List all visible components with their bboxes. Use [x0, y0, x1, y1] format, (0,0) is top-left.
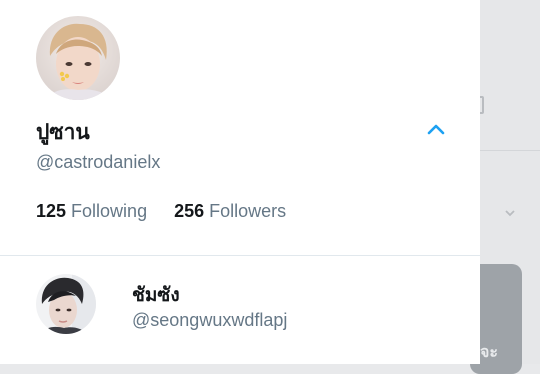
- account-avatar-image: [36, 274, 96, 334]
- background-card-text: จะ: [480, 344, 498, 361]
- followers-link[interactable]: 256 Followers: [174, 201, 286, 222]
- chevron-down-icon: [505, 210, 515, 217]
- followers-label: Followers: [209, 201, 287, 221]
- background-divider: [480, 150, 540, 151]
- following-count: 125: [36, 201, 67, 221]
- switch-account-item[interactable]: ชัมซัง @seongwuxwdflapj: [0, 256, 480, 364]
- profile-handle: @castrodanielx: [36, 152, 161, 172]
- avatar-image: [36, 16, 120, 100]
- followers-count: 256: [174, 201, 205, 221]
- account-avatar: [36, 274, 96, 334]
- profile-display-name: ปูซาน: [36, 120, 90, 144]
- account-handle: @seongwuxwdflapj: [132, 310, 288, 330]
- account-drawer: ปูซาน @castrodanielx 125 Following 256 Fol…: [0, 0, 480, 364]
- profile-avatar[interactable]: [36, 16, 120, 100]
- following-link[interactable]: 125 Following: [36, 201, 147, 222]
- profile-stats: 125 Following 256 Followers: [36, 201, 286, 222]
- following-label: Following: [71, 201, 148, 221]
- chevron-up-icon[interactable]: [426, 122, 446, 138]
- account-display-name: ชัมซัง: [132, 284, 180, 306]
